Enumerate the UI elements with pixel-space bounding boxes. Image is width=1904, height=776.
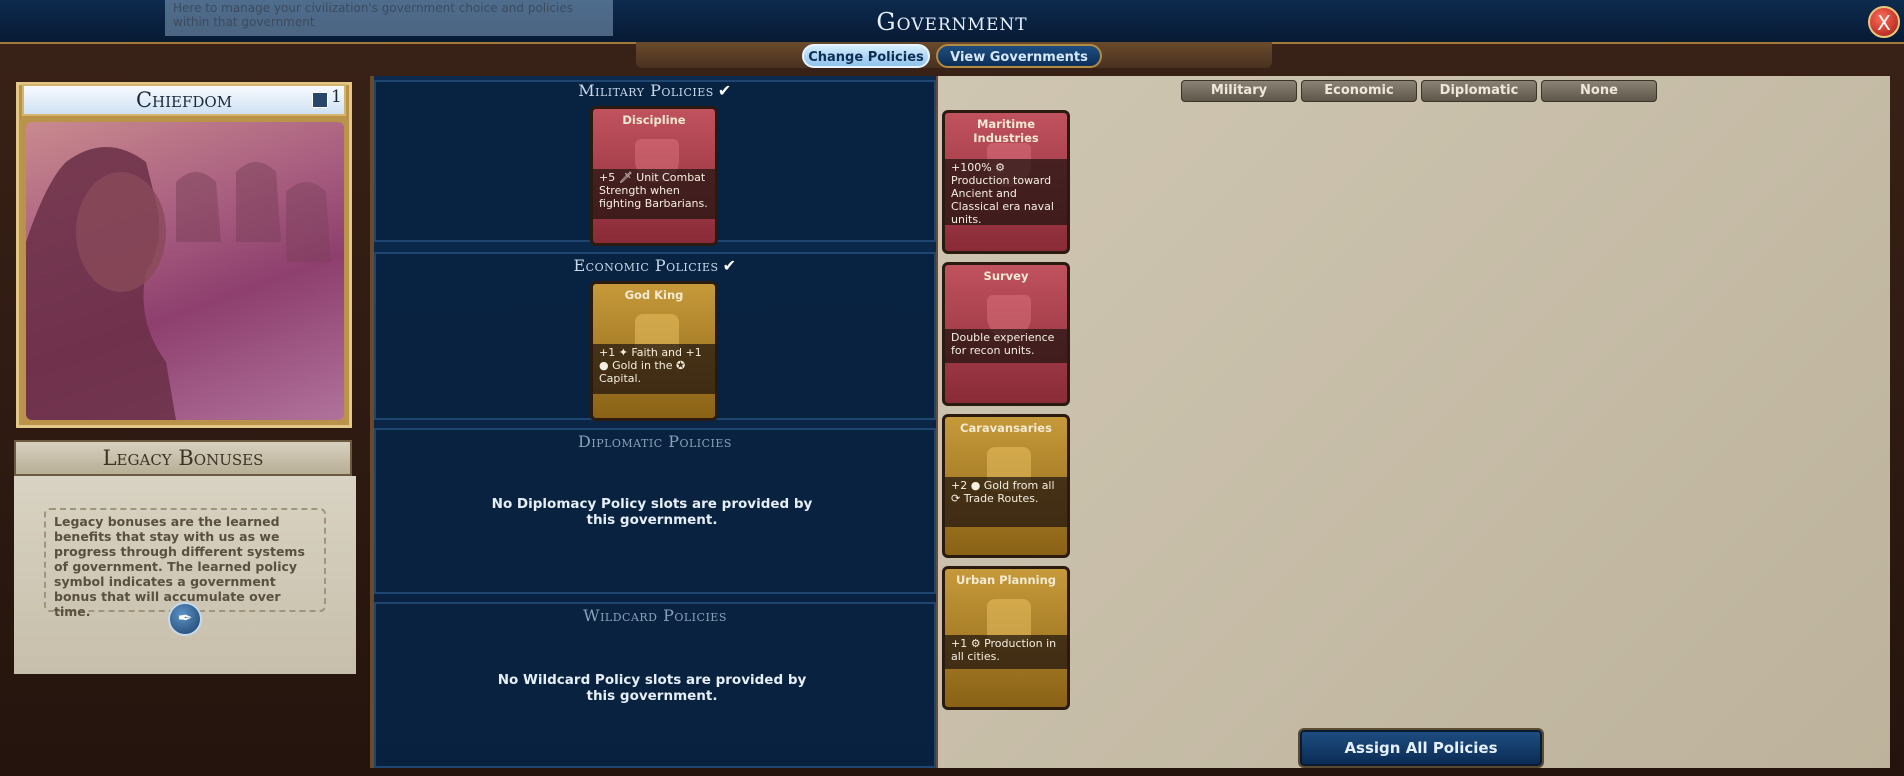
- economic-policies-title: Economic Policies: [573, 256, 719, 275]
- assign-all-policies-button[interactable]: Assign All Policies: [1300, 730, 1542, 766]
- tab-change-policies[interactable]: Change Policies: [802, 44, 930, 68]
- legacy-header: Legacy Bonuses: [14, 440, 352, 476]
- wildcard-policies-title: Wildcard Policies: [583, 606, 727, 625]
- policy-card-text: +1 ⚙ Production in all cities.: [951, 637, 1057, 663]
- military-policies-title: Military Policies: [578, 81, 714, 100]
- policy-card-title: Maritime Industries: [973, 117, 1039, 145]
- legacy-description: Legacy bonuses are the learned benefits …: [44, 508, 326, 619]
- policy-card-title: Discipline: [622, 113, 686, 127]
- filter-economic-button[interactable]: Economic: [1301, 80, 1417, 102]
- close-button[interactable]: X: [1868, 6, 1900, 38]
- slotted-policy-card-god-king[interactable]: God King +1 ✦ Faith and +1 ● Gold in the…: [590, 281, 718, 421]
- portrait-art: [26, 147, 331, 420]
- government-name-bar: Chiefdom: [22, 84, 346, 116]
- government-portrait: [26, 122, 344, 420]
- policy-card-title: Caravansaries: [960, 421, 1052, 435]
- check-icon: ✔: [722, 256, 737, 275]
- legacy-policy-icon: [312, 92, 328, 108]
- policy-card-text: +5 🗡 Unit Combat Strength when fighting …: [599, 171, 708, 210]
- economic-policies-header: Economic Policies ✔: [374, 256, 936, 275]
- legacy-count: 1: [331, 87, 342, 107]
- catalog-card-urban-planning[interactable]: Urban Planning +1 ⚙ Production in all ci…: [942, 566, 1070, 710]
- policy-card-title: God King: [624, 288, 684, 302]
- diplomatic-empty-message: No Diplomacy Policy slots are provided b…: [491, 496, 813, 528]
- policy-catalog: [936, 76, 1890, 768]
- tab-view-governments[interactable]: View Governments: [936, 44, 1102, 68]
- policy-card-text: +100% ⚙ Production toward Ancient and Cl…: [951, 161, 1054, 226]
- quill-icon: ✒: [168, 602, 202, 636]
- policy-card-text: +2 ● Gold from all ⟳ Trade Routes.: [951, 479, 1055, 505]
- legacy-title: Legacy Bonuses: [102, 446, 264, 470]
- policy-card-title: Urban Planning: [955, 573, 1057, 587]
- slotted-policy-card-discipline[interactable]: Discipline +5 🗡 Unit Combat Strength whe…: [590, 106, 718, 246]
- policy-card-text: +1 ✦ Faith and +1 ● Gold in the ✪ Capita…: [599, 346, 702, 385]
- catalog-card-caravansaries[interactable]: Caravansaries +2 ● Gold from all ⟳ Trade…: [942, 414, 1070, 558]
- wildcard-empty-message: No Wildcard Policy slots are provided by…: [497, 672, 807, 704]
- diplomatic-policies-title: Diplomatic Policies: [578, 432, 732, 451]
- government-name: Chiefdom: [135, 88, 233, 112]
- policy-card-title: Survey: [983, 269, 1029, 283]
- filter-diplomatic-button[interactable]: Diplomatic: [1421, 80, 1537, 102]
- military-policies-header: Military Policies ✔: [374, 81, 936, 100]
- policy-card-text: Double experience for recon units.: [951, 331, 1055, 357]
- filter-military-button[interactable]: Military: [1181, 80, 1297, 102]
- catalog-card-maritime-industries[interactable]: Maritime Industries +100% ⚙ Production t…: [942, 110, 1070, 254]
- check-icon: ✔: [717, 81, 732, 100]
- filter-none-button[interactable]: None: [1541, 80, 1657, 102]
- catalog-card-survey[interactable]: Survey Double experience for recon units…: [942, 262, 1070, 406]
- window-title: Government: [876, 8, 1028, 36]
